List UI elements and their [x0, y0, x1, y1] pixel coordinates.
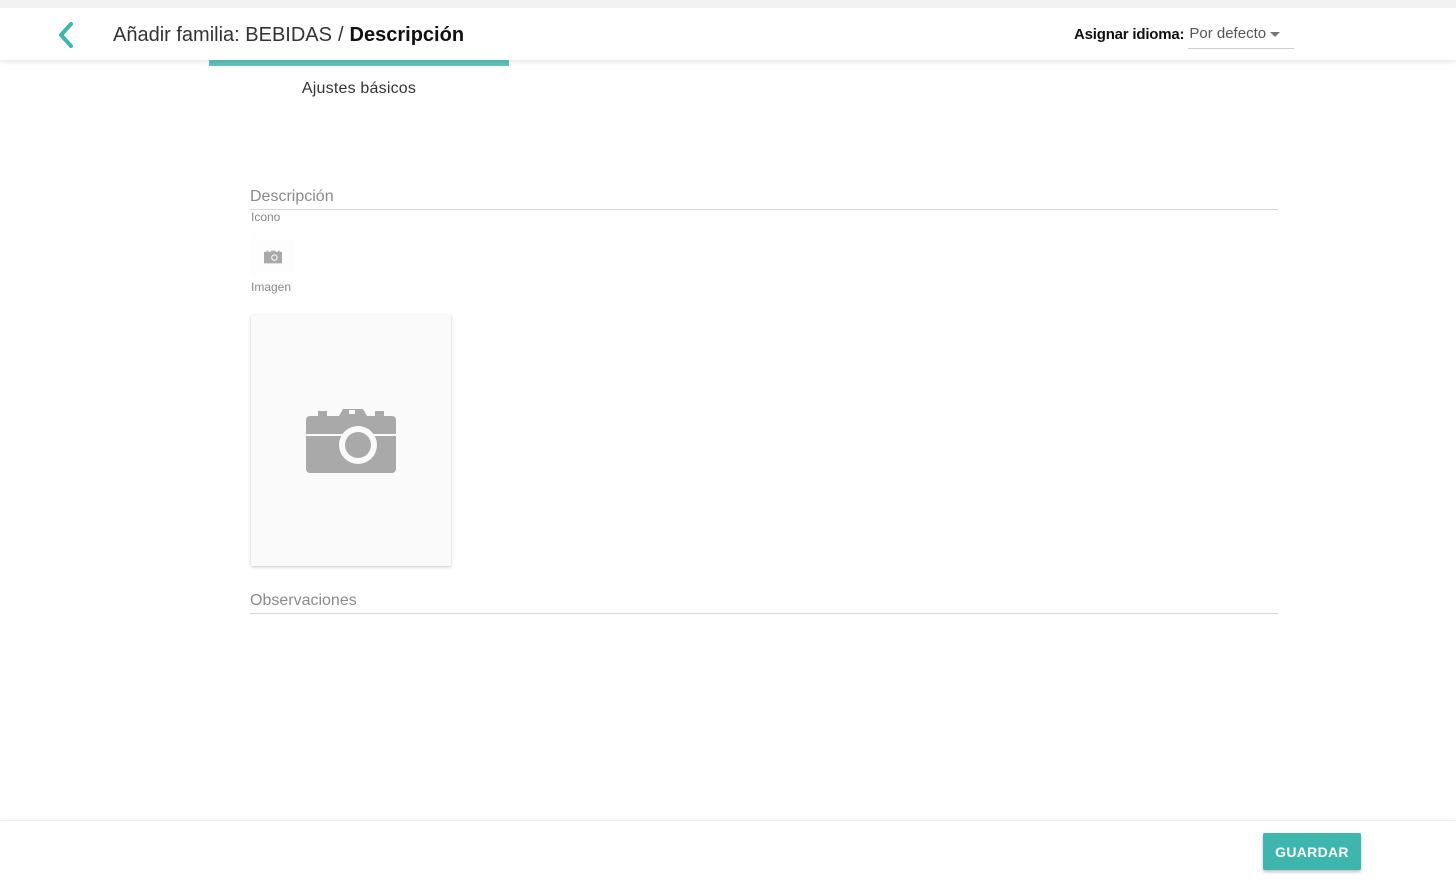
observations-input[interactable] [250, 584, 1278, 613]
language-dropdown[interactable]: Por defecto [1188, 22, 1295, 49]
image-label: Imagen [251, 280, 292, 294]
description-field [250, 180, 1278, 210]
title-separator: / [337, 24, 344, 46]
page-title: Añadir familia: BEBIDAS / Descripción [113, 23, 464, 47]
title-prefix: Añadir familia: BEBIDAS [113, 24, 332, 46]
tab-label: Ajustes básicos [301, 80, 417, 97]
caret-down-icon [1270, 32, 1281, 37]
title-current: Descripción [349, 24, 465, 46]
observations-field [250, 584, 1278, 614]
camera-icon [264, 250, 282, 264]
camera-placeholder-icon [306, 408, 396, 473]
image-upload-box[interactable] [251, 315, 451, 566]
icon-upload-button[interactable] [251, 237, 295, 277]
page-header: Añadir familia: BEBIDAS / Descripción Asig… [0, 8, 1456, 60]
language-value: Por defecto [1189, 25, 1267, 42]
language-label: Asignar idioma: [1074, 26, 1185, 43]
footer-bar: GUARDAR [0, 820, 1456, 887]
description-input[interactable] [250, 180, 1278, 209]
icon-label: Icono [251, 210, 281, 224]
chevron-left-icon [59, 22, 73, 48]
language-selector: Asignar idioma: Por defecto [1074, 22, 1295, 50]
back-button[interactable] [52, 20, 80, 50]
tab-basic-settings[interactable]: Ajustes básicos [209, 60, 509, 108]
tab-active-indicator [209, 60, 509, 66]
top-strip [0, 0, 1456, 8]
save-button[interactable]: GUARDAR [1263, 833, 1361, 870]
